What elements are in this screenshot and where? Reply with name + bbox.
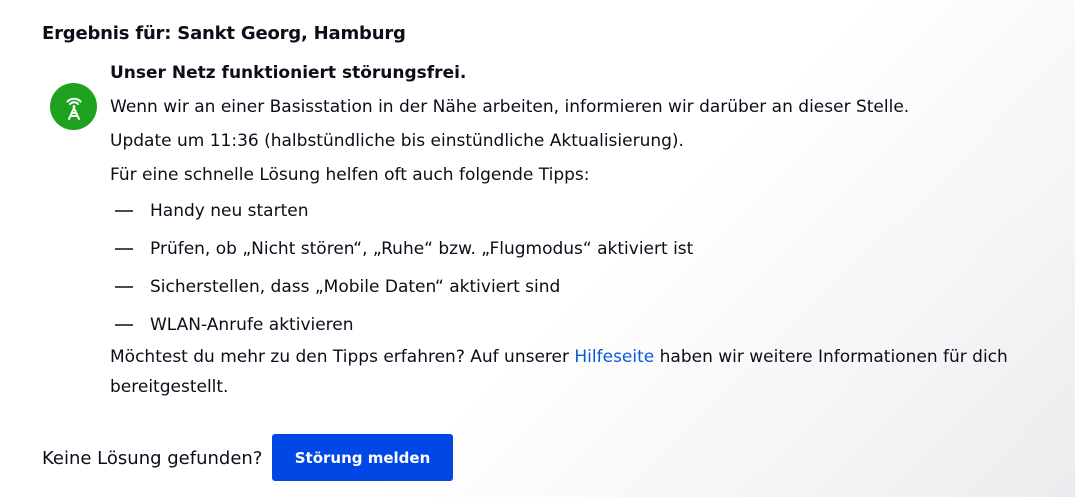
status-info: Wenn wir an einer Basisstation in der Nä… xyxy=(110,97,910,117)
result-title: Ergebnis für: Sankt Georg, Hamburg xyxy=(42,23,406,44)
tip-label: Handy neu starten xyxy=(150,201,309,221)
tips-intro: Für eine schnelle Lösung helfen oft auch… xyxy=(110,165,590,185)
tip-item: Sicherstellen, dass „Mobile Daten“ aktiv… xyxy=(110,276,1010,298)
status-update-time: Update um 11:36 (halbstündliche bis eins… xyxy=(110,131,684,151)
status-panel: Unser Netz funktioniert störungsfrei. We… xyxy=(110,62,1010,402)
tip-label: Prüfen, ob „Nicht stören“, „Ruhe“ bzw. „… xyxy=(150,239,694,259)
no-solution-label: Keine Lösung gefunden? xyxy=(42,448,263,469)
dash-icon xyxy=(115,286,133,288)
report-outage-button[interactable]: Störung melden xyxy=(272,434,453,481)
status-headline: Unser Netz funktioniert störungsfrei. xyxy=(110,63,467,83)
more-info-before: Möchtest du mehr zu den Tipps erfahren? … xyxy=(110,347,575,367)
antenna-icon xyxy=(50,83,97,130)
tip-label: WLAN-Anrufe aktivieren xyxy=(150,315,354,335)
tip-item: Prüfen, ob „Nicht stören“, „Ruhe“ bzw. „… xyxy=(110,238,1010,260)
help-page-link[interactable]: Hilfeseite xyxy=(574,347,654,367)
dash-icon xyxy=(115,248,133,250)
tip-label: Sicherstellen, dass „Mobile Daten“ aktiv… xyxy=(150,277,561,297)
tip-item: Handy neu starten xyxy=(110,200,1010,222)
more-info-text: Möchtest du mehr zu den Tipps erfahren? … xyxy=(110,342,1010,402)
tips-list: Handy neu starten Prüfen, ob „Nicht stör… xyxy=(110,200,1010,336)
dash-icon xyxy=(115,210,133,212)
dash-icon xyxy=(115,324,133,326)
tip-item: WLAN-Anrufe aktivieren xyxy=(110,314,1010,336)
